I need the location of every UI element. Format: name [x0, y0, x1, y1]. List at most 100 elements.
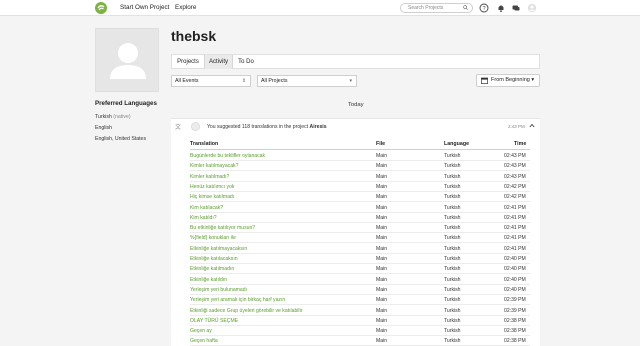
language-cell: Turkish — [444, 245, 461, 252]
from-beginning-dropdown[interactable]: From Beginning ▾ — [476, 74, 540, 87]
language-cell: Turkish — [444, 173, 461, 180]
file-cell: Main — [376, 307, 388, 314]
language-cell: Turkish — [444, 214, 461, 221]
translation-link[interactable]: Bu etkinliğe katılıyor musun? — [190, 225, 255, 231]
translation-link[interactable]: OLAY TÜRÜ SEÇME — [190, 318, 238, 324]
language-cell: Turkish — [444, 338, 461, 345]
time-cell: 02:43 PM — [504, 163, 526, 170]
translation-link[interactable]: Bugünlerde bu teklifler oylanacak — [190, 153, 265, 159]
tab-activity[interactable]: Activity — [204, 55, 233, 69]
projects-filter-value: All Projects — [261, 78, 288, 84]
file-cell: Main — [376, 297, 388, 304]
table-row: Etkinliği sadece Grup üyeleri görebilir … — [190, 306, 530, 316]
events-filter-select[interactable]: All Events ⇕ — [171, 75, 251, 87]
time-cell: 02:43 PM — [504, 173, 526, 180]
time-cell: 02:42 PM — [504, 183, 526, 190]
table-row: Henüz katılımcı yok Main Turkish 02:42 PM — [190, 182, 530, 192]
time-cell: 02:40 PM — [504, 256, 526, 262]
language-cell: Turkish — [444, 317, 461, 324]
file-cell: Main — [376, 256, 388, 262]
top-navigation-bar: Start Own Project Explore Search Project… — [0, 0, 640, 16]
select-caret-icon: ⇕ — [241, 78, 246, 84]
explore-link[interactable]: Explore — [175, 4, 196, 11]
search-input[interactable]: Search Projects — [400, 3, 473, 13]
day-heading: Today — [348, 102, 364, 108]
language-cell: Turkish — [444, 225, 461, 232]
svg-text:文: 文 — [175, 123, 181, 130]
translation-link[interactable]: Kimler katılmadı? — [190, 174, 229, 180]
language-cell: Turkish — [444, 256, 461, 262]
table-row: Hiç kimse katılmadı Main Turkish 02:42 PM — [190, 192, 530, 203]
translation-link[interactable]: Etkinliğe katılmadın — [190, 266, 234, 272]
search-icon — [463, 5, 468, 10]
collapse-chevron-icon[interactable] — [529, 123, 535, 128]
translation-link[interactable]: Etkinliğe katıldın — [190, 277, 227, 283]
table-row: Kim katılacak? Main Turkish 02:41 PM — [190, 203, 530, 213]
table-row: Kimler katılmadı? Main Turkish 02:43 PM — [190, 172, 530, 182]
table-row: Bu etkinliğe katılıyor musun? Main Turkish… — [190, 223, 530, 234]
time-cell: 02:40 PM — [504, 266, 526, 273]
language-cell: Turkish — [444, 286, 461, 293]
start-project-link[interactable]: Start Own Project — [120, 4, 169, 11]
time-cell: 02:39 PM — [504, 307, 526, 314]
profile-tabs: Projects Activity To Do — [171, 54, 540, 69]
translation-link[interactable]: Etkinliğe katılmayacaksın — [190, 246, 247, 252]
column-header-translation: Translation — [190, 141, 219, 147]
time-cell: 02:41 PM — [504, 245, 526, 252]
language-cell: Turkish — [444, 153, 461, 159]
translation-link[interactable]: Geçen hafta — [190, 338, 218, 344]
translation-link[interactable]: Yerleşim yeri aramak için birkaç harf ya… — [190, 297, 285, 303]
table-row: Bugünlerde bu teklifler oylanacak Main Tur… — [190, 151, 530, 161]
translation-link[interactable]: Etkinliğe katılacaksın — [190, 256, 238, 262]
help-icon[interactable]: ? — [479, 3, 489, 13]
language-cell: Turkish — [444, 266, 461, 273]
table-row: Kimler katılmayacak? Main Turkish 02:43 PM — [190, 161, 530, 172]
from-beginning-label: From Beginning ▾ — [491, 77, 535, 83]
file-cell: Main — [376, 286, 388, 293]
time-cell: 02:38 PM — [504, 317, 526, 324]
language-item: English, United States — [95, 136, 147, 142]
translation-link[interactable]: Geçen ay — [190, 328, 212, 334]
file-cell: Main — [376, 225, 388, 232]
crowdin-logo-icon[interactable] — [95, 2, 107, 14]
translation-link[interactable]: %{field} konukları ile — [190, 235, 236, 241]
translation-link[interactable]: Hiç kimse katılmadı — [190, 194, 234, 200]
tab-projects[interactable]: Projects — [172, 55, 204, 69]
language-cell: Turkish — [444, 276, 461, 283]
activity-time: 2:43 PM — [508, 124, 525, 129]
messages-icon[interactable] — [511, 3, 521, 13]
file-cell: Main — [376, 183, 388, 190]
translation-link[interactable]: Kimler katılmayacak? — [190, 163, 238, 169]
calendar-icon — [481, 77, 488, 84]
file-cell: Main — [376, 338, 388, 345]
user-avatar-icon[interactable] — [527, 3, 537, 13]
file-cell: Main — [376, 194, 388, 201]
preferred-languages-title: Preferred Languages — [95, 100, 157, 107]
time-cell: 02:39 PM — [504, 297, 526, 304]
table-row: Etkinliğe katılmayacaksın Main Turkish 02:4… — [190, 244, 530, 254]
time-cell: 02:41 PM — [504, 225, 526, 232]
table-row: Etkinliğe katılacaksın Main Turkish 02:40 P… — [190, 254, 530, 264]
translation-link[interactable]: Yerleşim yeri bulunamadı — [190, 287, 247, 293]
translation-link[interactable]: Henüz katılımcı yok — [190, 184, 234, 190]
file-cell: Main — [376, 245, 388, 252]
chevron-down-icon: ▾ — [349, 78, 352, 84]
bell-icon[interactable] — [496, 3, 506, 13]
profile-avatar — [95, 28, 159, 92]
time-cell: 02:41 PM — [504, 214, 526, 221]
translation-link[interactable]: Kim katıldı? — [190, 215, 217, 221]
table-row: %{field} konukları ile Main Turkish 02:41 P… — [190, 233, 530, 244]
language-cell: Turkish — [444, 297, 461, 304]
language-cell: Turkish — [444, 307, 461, 314]
translation-link[interactable]: Kim katılacak? — [190, 205, 223, 211]
language-cell: Turkish — [444, 204, 461, 211]
time-cell: 02:40 PM — [504, 286, 526, 293]
projects-filter-select[interactable]: All Projects ▾ — [257, 75, 357, 87]
file-cell: Main — [376, 204, 388, 211]
translation-link[interactable]: Etkinliği sadece Grup üyeleri görebilir … — [190, 308, 302, 314]
suggestions-icon: 文 — [175, 123, 181, 130]
time-cell: 02:41 PM — [504, 204, 526, 211]
tab-todo[interactable]: To Do — [233, 55, 259, 69]
language-cell: Turkish — [444, 194, 461, 201]
activity-project-link[interactable]: Airesis — [310, 124, 327, 130]
